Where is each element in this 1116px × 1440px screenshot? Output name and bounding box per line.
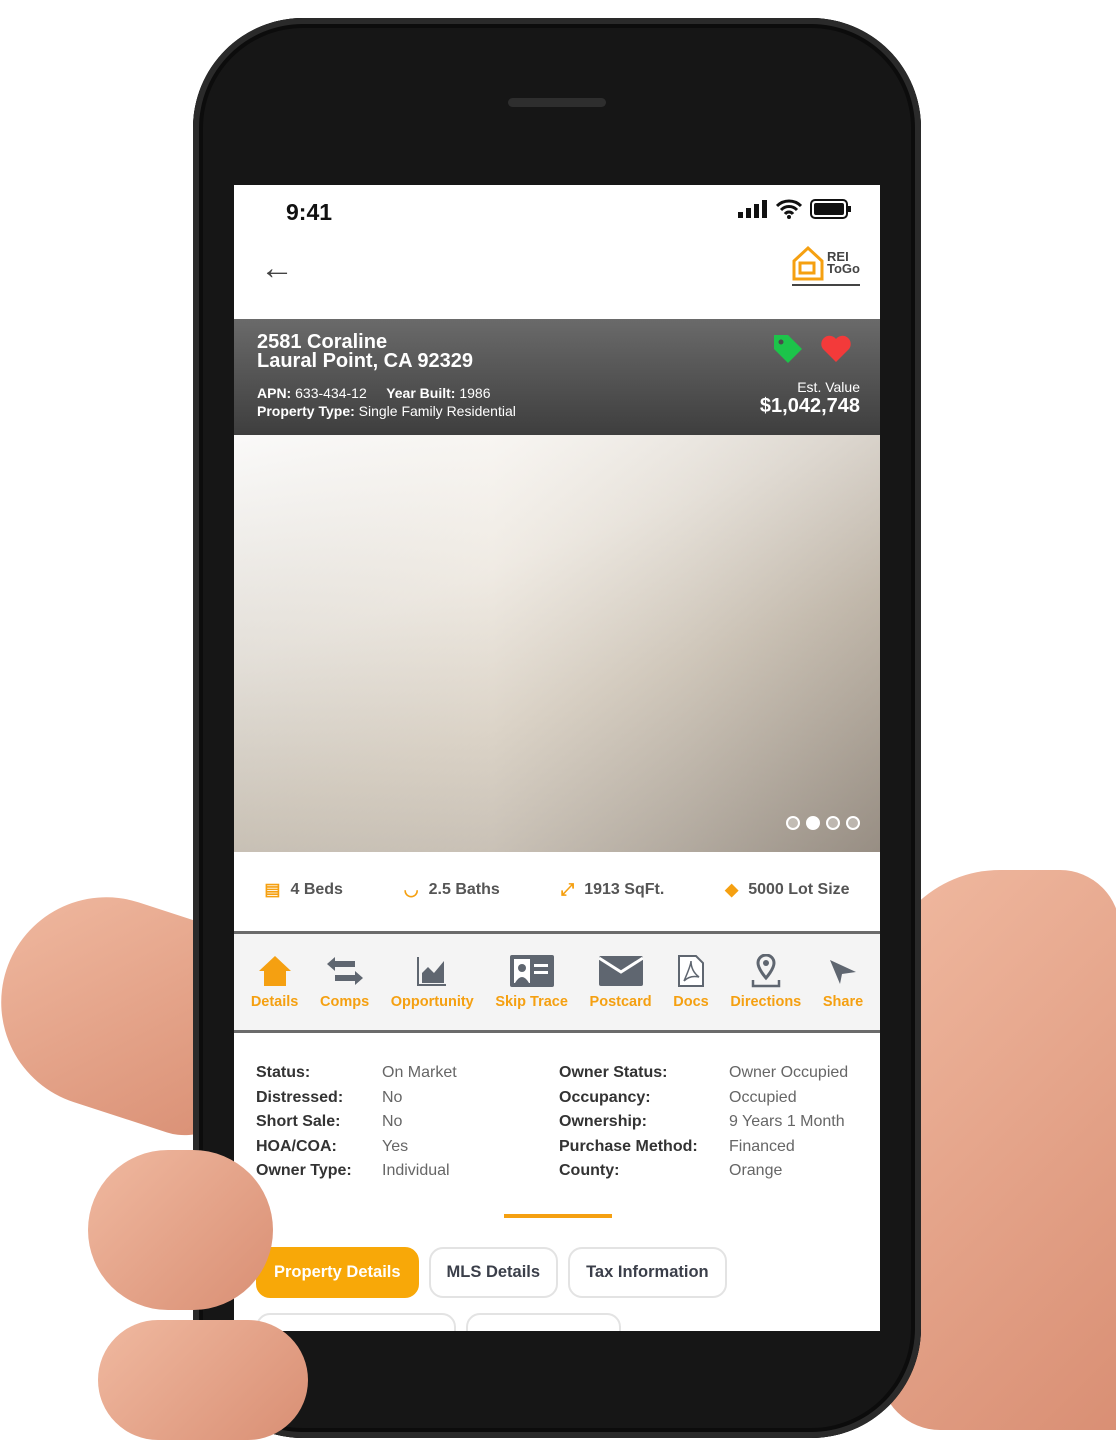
id-card-icon	[509, 955, 554, 987]
heart-icon[interactable]	[820, 335, 852, 363]
rei-togo-logo: REI ToGo	[792, 245, 860, 286]
action-comps[interactable]: Comps	[320, 954, 369, 1010]
page-indicator	[504, 1214, 612, 1218]
tab-partial[interactable]	[256, 1313, 456, 1331]
home-icon	[258, 956, 291, 986]
carousel-dot[interactable]	[786, 816, 800, 830]
action-details[interactable]: Details	[251, 954, 298, 1010]
status-icons	[738, 199, 852, 219]
property-meta: APN: 633-434-12 Year Built: 1986 Propert…	[257, 385, 516, 419]
carousel-dots[interactable]	[786, 816, 860, 830]
action-share[interactable]: Share	[823, 954, 863, 1010]
stat-lot: ◆ 5000 Lot Size	[725, 880, 850, 899]
map-pin-icon	[751, 954, 781, 988]
bed-icon: ▤	[264, 880, 281, 899]
property-address: 2581 Coraline Laural Point, CA 92329	[257, 331, 473, 372]
back-arrow-icon[interactable]: ←	[260, 249, 294, 288]
chart-icon	[417, 957, 447, 986]
left-thumb-tip	[88, 1150, 273, 1310]
logo-text: ToGo	[827, 261, 860, 276]
layers-icon: ◆	[725, 880, 739, 899]
detail-tabs: Property Details MLS Details Tax Informa…	[256, 1247, 727, 1298]
action-opportunity[interactable]: Opportunity	[391, 954, 474, 1010]
swap-arrows-icon	[326, 957, 363, 985]
carousel-dot[interactable]	[826, 816, 840, 830]
speaker	[508, 98, 606, 107]
carousel-dot[interactable]	[846, 816, 860, 830]
estimated-value: Est. Value $1,042,748	[759, 379, 860, 417]
signal-icon	[738, 200, 767, 218]
tag-icon[interactable]	[772, 333, 804, 365]
property-photo[interactable]	[234, 435, 880, 852]
pdf-icon	[677, 955, 704, 987]
wifi-icon	[776, 199, 802, 219]
app-screen: 9:41 ← REI ToGo 2581 Coraline Laural Point…	[234, 185, 880, 1331]
property-header: 2581 Coraline Laural Point, CA 92329 APN:…	[234, 319, 880, 435]
stat-beds: ▤ 4 Beds	[264, 880, 343, 899]
stat-baths: ◡ 2.5 Baths	[403, 880, 500, 899]
property-stats: ▤ 4 Beds ◡ 2.5 Baths ⤢ 1913 SqFt. ◆ 5000 Lot…	[234, 865, 880, 915]
paper-plane-icon	[830, 960, 857, 984]
stat-sqft: ⤢ 1913 SqFt.	[560, 880, 665, 899]
action-skip-trace[interactable]: Skip Trace	[495, 954, 568, 1010]
tab-partial[interactable]	[466, 1313, 621, 1331]
action-postcard[interactable]: Postcard	[590, 954, 652, 1010]
bathtub-icon: ◡	[403, 880, 419, 899]
tab-property-details[interactable]: Property Details	[256, 1247, 419, 1298]
status-time: 9:41	[286, 199, 333, 225]
lower-finger	[98, 1320, 308, 1440]
property-details-grid: Status: On Market Owner Status: Owner Occup…	[256, 1064, 849, 1179]
envelope-icon	[598, 956, 643, 986]
tab-mls-details[interactable]: MLS Details	[428, 1247, 559, 1298]
action-docs[interactable]: Docs	[673, 954, 709, 1010]
action-bar: Details Comps Opportunity Skip Trace Pos…	[234, 931, 880, 1033]
battery-icon	[810, 199, 851, 219]
action-directions[interactable]: Directions	[730, 954, 801, 1010]
tab-tax-information[interactable]: Tax Information	[568, 1247, 727, 1298]
expand-icon: ⤢	[560, 880, 575, 899]
more-tabs	[256, 1313, 621, 1331]
carousel-dot[interactable]	[806, 816, 820, 830]
